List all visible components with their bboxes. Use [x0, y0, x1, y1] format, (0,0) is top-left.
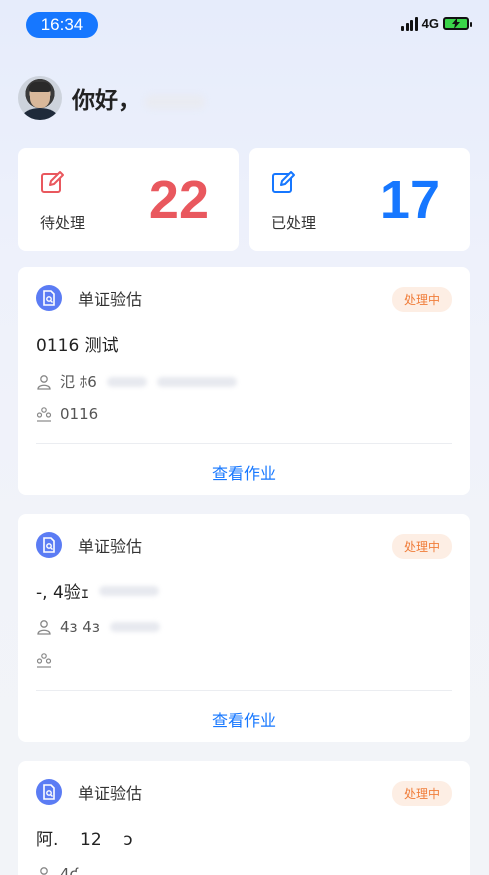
status-indicators: 4G [401, 16, 472, 31]
task-card[interactable]: 单证验估 处理中 -, 4验ｪ 4ɜ 4ɜ 查看作业 [18, 514, 470, 742]
task-card[interactable]: 单证验估 处理中 阿. 12 ɔ 4ƈ [18, 761, 470, 875]
stat-card-pending[interactable]: 待处理 22 [18, 148, 239, 251]
task-type-label: 单证验估 [78, 537, 143, 556]
task-type-label: 单证验估 [78, 290, 143, 309]
document-search-icon [36, 779, 62, 805]
task-title: 0116 测试 [36, 336, 119, 356]
status-badge: 处理中 [391, 534, 452, 559]
task-header: 单证验估 [36, 779, 142, 805]
status-bar: 16:34 4G [0, 12, 489, 40]
task-card[interactable]: 单证验估 处理中 0116 测试 氾 ﾎ6 0116 查看作业 [18, 267, 470, 495]
task-person-row: 4ɜ 4ɜ [36, 618, 160, 636]
divider [36, 690, 452, 691]
stat-value-done: 17 [379, 170, 440, 230]
view-task-button[interactable]: 查看作业 [18, 460, 470, 484]
task-header: 单证验估 [36, 285, 142, 311]
edit-icon [272, 171, 295, 193]
task-title: -, 4验ｪ [36, 578, 160, 603]
redacted-text [156, 376, 237, 387]
avatar[interactable] [18, 76, 62, 120]
redacted-text [106, 376, 147, 387]
task-header: 单证验估 [36, 532, 142, 558]
stat-label-pending: 待处理 [40, 214, 86, 232]
status-time: 16:34 [26, 12, 98, 38]
stat-value-pending: 22 [148, 170, 209, 230]
divider [36, 443, 452, 444]
user-icon [37, 620, 51, 635]
document-search-icon [36, 532, 62, 558]
redacted-text [99, 585, 160, 596]
signal-icon [401, 16, 418, 31]
task-person-row: 4ƈ [36, 865, 78, 875]
document-search-icon [36, 285, 62, 311]
group-icon [36, 653, 52, 668]
task-person: 氾 ﾎ6 [60, 373, 97, 391]
greeting-text: 你好， [72, 81, 205, 115]
stat-label-done: 已处理 [271, 214, 317, 232]
task-type-label: 单证验估 [78, 784, 143, 803]
task-group-row: 0116 [36, 405, 98, 423]
task-group: 0116 [60, 405, 99, 423]
status-badge: 处理中 [391, 781, 452, 806]
status-badge: 处理中 [391, 287, 452, 312]
redacted-text [109, 622, 160, 632]
user-icon [40, 867, 48, 875]
group-icon [36, 407, 52, 422]
network-label: 4G [421, 16, 439, 31]
task-person: 4ɜ 4ɜ [60, 618, 100, 636]
task-title: 阿. 12 ɔ [36, 830, 133, 850]
stat-card-done[interactable]: 已处理 17 [249, 148, 470, 251]
view-task-button[interactable]: 查看作业 [18, 707, 470, 731]
redacted-name [145, 94, 205, 109]
task-group-row [36, 652, 60, 668]
user-icon [37, 374, 51, 390]
task-person-row: 氾 ﾎ6 [36, 371, 237, 392]
greeting-header: 你好， [18, 76, 205, 120]
edit-icon [41, 171, 64, 193]
battery-icon [443, 17, 472, 30]
task-person: 4ƈ [60, 865, 78, 875]
